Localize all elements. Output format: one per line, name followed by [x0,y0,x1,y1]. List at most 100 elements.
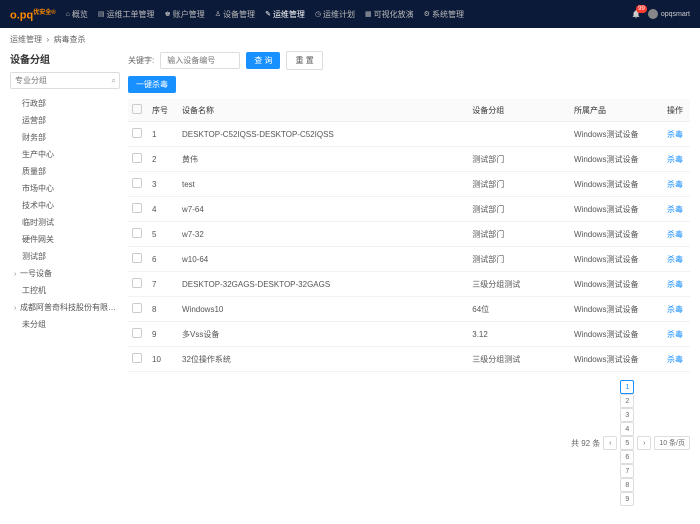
tree-node[interactable]: 测试部 [10,248,120,265]
cell-group: 64位 [468,297,570,322]
row-action-scan[interactable]: 杀毒 [667,230,683,239]
row-action-scan[interactable]: 杀毒 [667,355,683,364]
top-nav: o.pq优安全® ⌂概览 ▤运维工单管理 ♚账户管理 ♙设备管理 ✎运维管理 ◷运维计划 ▦… [0,0,700,28]
col-header: 设备名称 [178,99,468,122]
cell-group: 测试部门 [468,147,570,172]
nav-item[interactable]: ♚账户管理 [165,9,205,20]
tree-node[interactable]: 未分组 [10,316,120,333]
row-action-scan[interactable]: 杀毒 [667,330,683,339]
tree-node[interactable]: ›一号设备 [10,265,120,282]
cell-product: Windows测试设备 [570,147,660,172]
tree-node[interactable]: 临时测试 [10,214,120,231]
nav-icon: ♙ [215,10,221,18]
cell-product: Windows测试设备 [570,347,660,372]
row-checkbox[interactable] [132,203,142,213]
row-checkbox[interactable] [132,128,142,138]
nav-icon: ◷ [315,10,321,18]
row-action-scan[interactable]: 杀毒 [667,305,683,314]
toolbar: 关键字: 查 询 重 置 [128,51,690,70]
row-checkbox[interactable] [132,178,142,188]
cell-product: Windows测试设备 [570,197,660,222]
row-action-scan[interactable]: 杀毒 [667,130,683,139]
row-action-scan[interactable]: 杀毒 [667,280,683,289]
scan-all-button[interactable]: 一键杀毒 [128,76,176,93]
cell-group [468,122,570,147]
pager-total: 共 92 条 [571,438,600,449]
reset-button[interactable]: 重 置 [286,51,322,70]
cell-idx: 7 [148,272,178,297]
cell-idx: 8 [148,297,178,322]
device-table: 序号设备名称设备分组所属产品操作 1DESKTOP-C52IQSS-DESKTO… [128,99,690,372]
nav-item[interactable]: ♙设备管理 [215,9,255,20]
notif-badge: 99 [636,5,647,13]
cell-product: Windows测试设备 [570,222,660,247]
pager-page[interactable]: 9 [620,492,634,506]
brand-logo: o.pq优安全® [10,7,56,22]
table-row: 3test测试部门Windows测试设备杀毒 [128,172,690,197]
row-action-scan[interactable]: 杀毒 [667,205,683,214]
pager-size[interactable]: 10 条/页 [654,436,690,450]
col-header: 所属产品 [570,99,660,122]
row-checkbox[interactable] [132,303,142,313]
row-checkbox[interactable] [132,278,142,288]
sidebar-search-input[interactable] [10,72,120,89]
row-checkbox[interactable] [132,228,142,238]
pager-page[interactable]: 4 [620,422,634,436]
table-row: 1032位操作系统三级分组测试Windows测试设备杀毒 [128,347,690,372]
search-button[interactable]: 查 询 [246,52,280,69]
bell-icon[interactable]: 99 [630,8,642,20]
tree-node[interactable]: 行政部 [10,95,120,112]
pager-prev[interactable]: ‹ [603,436,617,450]
pager-page[interactable]: 1 [620,380,634,394]
pager-next[interactable]: › [637,436,651,450]
row-checkbox[interactable] [132,153,142,163]
cell-group: 测试部门 [468,247,570,272]
table-row: 5w7-32测试部门Windows测试设备杀毒 [128,222,690,247]
cell-idx: 1 [148,122,178,147]
table-row: 7DESKTOP-32GAGS-DESKTOP-32GAGS三级分组测试Wind… [128,272,690,297]
col-header: 序号 [148,99,178,122]
cell-product: Windows测试设备 [570,322,660,347]
row-action-scan[interactable]: 杀毒 [667,255,683,264]
tree-node[interactable]: 质量部 [10,163,120,180]
user-menu[interactable]: opqsmart [648,9,690,19]
nav-item[interactable]: ⌂概览 [66,9,88,20]
cell-idx: 10 [148,347,178,372]
breadcrumb: 运维管理 › 病毒查杀 [0,28,700,51]
row-checkbox[interactable] [132,253,142,263]
row-checkbox[interactable] [132,328,142,338]
cell-name: 黄伟 [178,147,468,172]
nav-item[interactable]: ◷运维计划 [315,9,355,20]
tree-node[interactable]: 工控机 [10,282,120,299]
row-action-scan[interactable]: 杀毒 [667,155,683,164]
nav-item[interactable]: ▦可视化放演 [365,9,414,20]
row-action-scan[interactable]: 杀毒 [667,180,683,189]
username: opqsmart [661,11,690,18]
keyword-input[interactable] [160,52,240,69]
nav-item[interactable]: ⚙系统管理 [424,9,464,20]
tree-node[interactable]: 运营部 [10,112,120,129]
tree-node[interactable]: 财务部 [10,129,120,146]
sidebar-search: ⌕ [10,72,120,89]
cell-product: Windows测试设备 [570,247,660,272]
cell-group: 测试部门 [468,222,570,247]
pager-page[interactable]: 2 [620,394,634,408]
cell-name: w10-64 [178,247,468,272]
pager-page[interactable]: 6 [620,450,634,464]
checkbox-all[interactable] [132,104,142,114]
search-icon[interactable]: ⌕ [112,76,116,86]
pagination: 共 92 条 ‹ 123456789 › 10 条/页 [128,380,690,506]
tree-node[interactable]: 技术中心 [10,197,120,214]
pager-page[interactable]: 3 [620,408,634,422]
row-checkbox[interactable] [132,353,142,363]
nav-item[interactable]: ✎运维管理 [265,9,305,20]
pager-page[interactable]: 7 [620,464,634,478]
pager-page[interactable]: 5 [620,436,634,450]
tree-node[interactable]: ›成都阿普奇科技股份有限公司 [10,299,120,316]
tree-node[interactable]: 硬件网关 [10,231,120,248]
nav-item[interactable]: ▤运维工单管理 [98,9,155,20]
tree-node[interactable]: 市场中心 [10,180,120,197]
cell-group: 三级分组测试 [468,272,570,297]
tree-node[interactable]: 生产中心 [10,146,120,163]
pager-page[interactable]: 8 [620,478,634,492]
